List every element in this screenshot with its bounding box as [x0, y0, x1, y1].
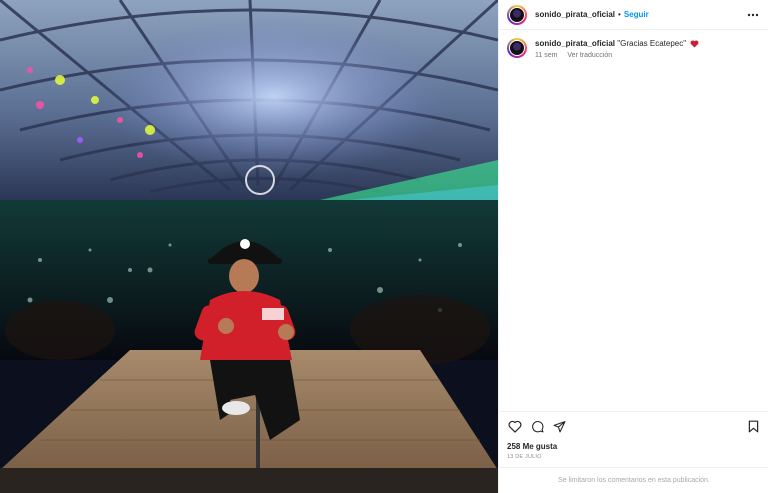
separator-dot: • — [618, 10, 621, 19]
action-bar — [507, 418, 761, 434]
post-header: sonido_pirata_oficial • Seguir — [499, 0, 768, 30]
avatar[interactable] — [507, 4, 527, 25]
post-photo[interactable] — [0, 0, 498, 493]
username-link[interactable]: sonido_pirata_oficial — [535, 10, 615, 19]
post-time-ago: 11 sem — [535, 52, 558, 59]
post-caption: sonido_pirata_oficial "Gracias Ecatepec"… — [499, 30, 768, 59]
bookmark-icon[interactable] — [745, 418, 761, 434]
comment-icon[interactable] — [529, 418, 545, 434]
follow-button[interactable]: Seguir — [624, 10, 649, 19]
see-translation-link[interactable]: Ver traducción — [567, 52, 612, 59]
caption-username-link[interactable]: sonido_pirata_oficial — [535, 39, 615, 48]
caption-avatar[interactable] — [507, 38, 527, 58]
share-icon[interactable] — [551, 418, 567, 434]
caption-text: "Gracias Ecatepec" — [617, 39, 687, 48]
more-options-icon[interactable] — [746, 8, 760, 22]
post-date: 13 DE JULIO — [507, 454, 542, 460]
comments-disabled-notice: Se limitaron los comentarios en esta pub… — [499, 467, 768, 493]
red-heart-emoji-icon — [690, 40, 699, 48]
post-actions-area: 258 Me gusta 13 DE JULIO — [499, 411, 768, 467]
post-side-panel: sonido_pirata_oficial • Seguir sonido_pi… — [498, 0, 768, 493]
likes-count[interactable]: 258 Me gusta — [507, 442, 761, 451]
concert-photo-image — [0, 0, 498, 493]
heart-icon[interactable] — [507, 418, 523, 434]
